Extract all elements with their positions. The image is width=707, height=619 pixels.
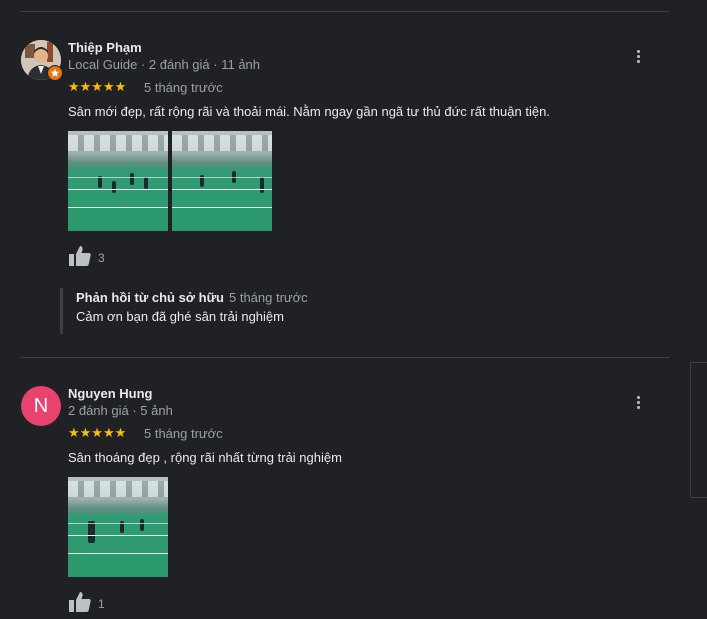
star-rating: ★★★★★: [68, 79, 127, 94]
reviewer-name[interactable]: Thiệp Phạm: [68, 40, 142, 55]
owner-reply-time: 5 tháng trước: [229, 290, 308, 305]
like-button[interactable]: [68, 591, 92, 613]
review-text: Sân mới đẹp, rất rộng rãi và thoải mái. …: [68, 104, 550, 119]
review-time: 5 tháng trước: [144, 426, 223, 441]
like-count: 3: [98, 251, 105, 265]
thumbs-up-icon: [69, 592, 91, 612]
top-divider: [20, 11, 670, 12]
scrollbar[interactable]: [690, 362, 707, 498]
review-photo[interactable]: [172, 131, 272, 231]
like-count: 1: [98, 597, 105, 611]
owner-reply-title: Phản hồi từ chủ sở hữu: [76, 290, 224, 305]
more-options-button[interactable]: [629, 392, 647, 412]
review-photo[interactable]: [68, 131, 168, 231]
owner-reply-text: Cảm ơn bạn đã ghé sân trải nghiệm: [76, 309, 284, 324]
avatar-letter: N: [21, 386, 61, 426]
reviewer-name[interactable]: Nguyen Hung: [68, 386, 153, 401]
review-divider: [20, 357, 670, 358]
owner-reply: Phản hồi từ chủ sở hữu 5 tháng trước Cảm…: [60, 288, 663, 334]
local-guide-badge-icon: [47, 65, 63, 81]
more-options-button[interactable]: [629, 46, 647, 66]
review-text: Sân thoáng đẹp , rộng rãi nhất từng trải…: [68, 450, 342, 465]
star-rating: ★★★★★: [68, 425, 127, 440]
more-vert-icon: [636, 395, 640, 399]
reviewer-avatar[interactable]: N: [21, 386, 61, 426]
thumbs-up-icon: [69, 246, 91, 266]
like-button[interactable]: [68, 245, 92, 267]
more-vert-icon: [636, 49, 640, 53]
reviewer-meta: Local Guide · 2 đánh giá · 11 ảnh: [68, 57, 261, 72]
review-time: 5 tháng trước: [144, 80, 223, 95]
reviewer-meta: 2 đánh giá · 5 ảnh: [68, 403, 173, 418]
review-photo[interactable]: [68, 477, 168, 577]
reviewer-avatar[interactable]: [21, 40, 63, 81]
